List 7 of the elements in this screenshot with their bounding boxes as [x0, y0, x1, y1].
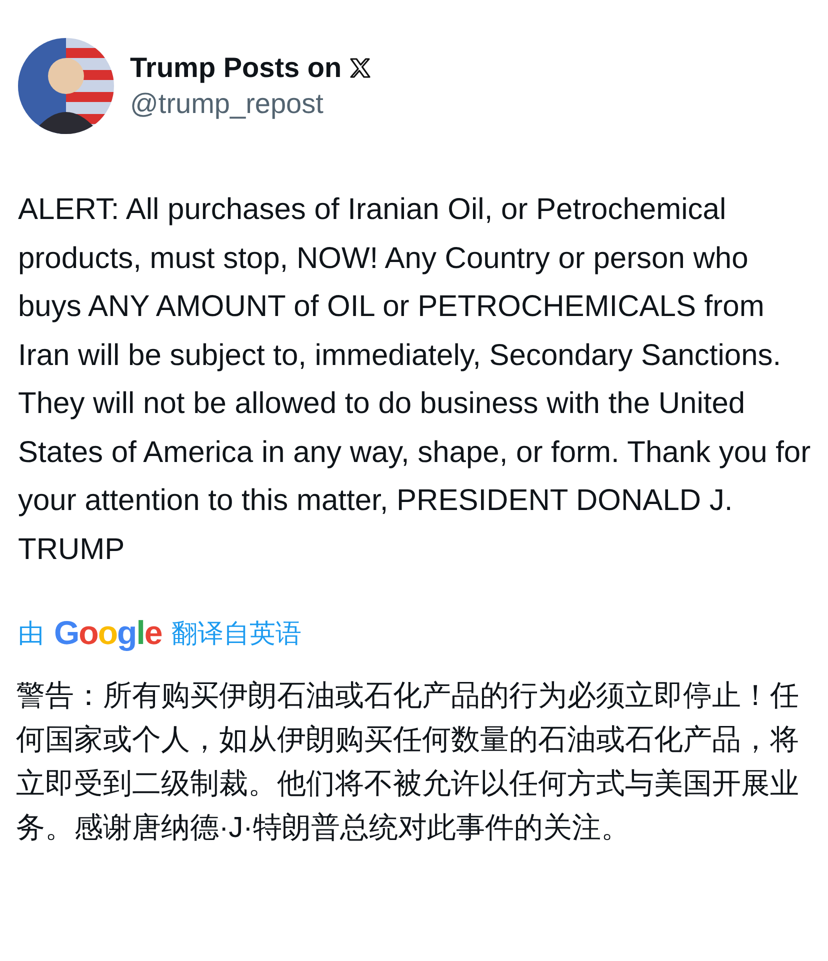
author-name[interactable]: Trump Posts on — [130, 52, 342, 84]
post-text: ALERT: All purchases of Iranian Oil, or Petrochemical products, must stop, NOW! Any Country or person who buys ANY AMOUNT of OIL or PETROCHEMICALS from Iran will be subject to, immediately, Secondary Sanctions. They will not be allowed to do business with the United States of America in any way, shape, or form. Thank you for your attention to this matter, PRESIDENT DONALD J. TRUMP — [18, 192, 812, 568]
translated-text: 警告：所有购买伊朗石油或石化产品的行为必须立即停止！任何国家或个人，如从伊朗购买任何数量的石油或石化产品，将立即受到二级制裁。他们将不被允许以任何方式与美国开展业务。感谢唐纳德·J·特朗普总统对此事件的关注。 — [16, 679, 800, 846]
google-logo: Google — [54, 614, 162, 652]
translated-by-label: 由 — [18, 616, 44, 650]
x-logo-icon — [348, 56, 372, 80]
author-handle[interactable]: @trump_repost — [130, 88, 372, 120]
